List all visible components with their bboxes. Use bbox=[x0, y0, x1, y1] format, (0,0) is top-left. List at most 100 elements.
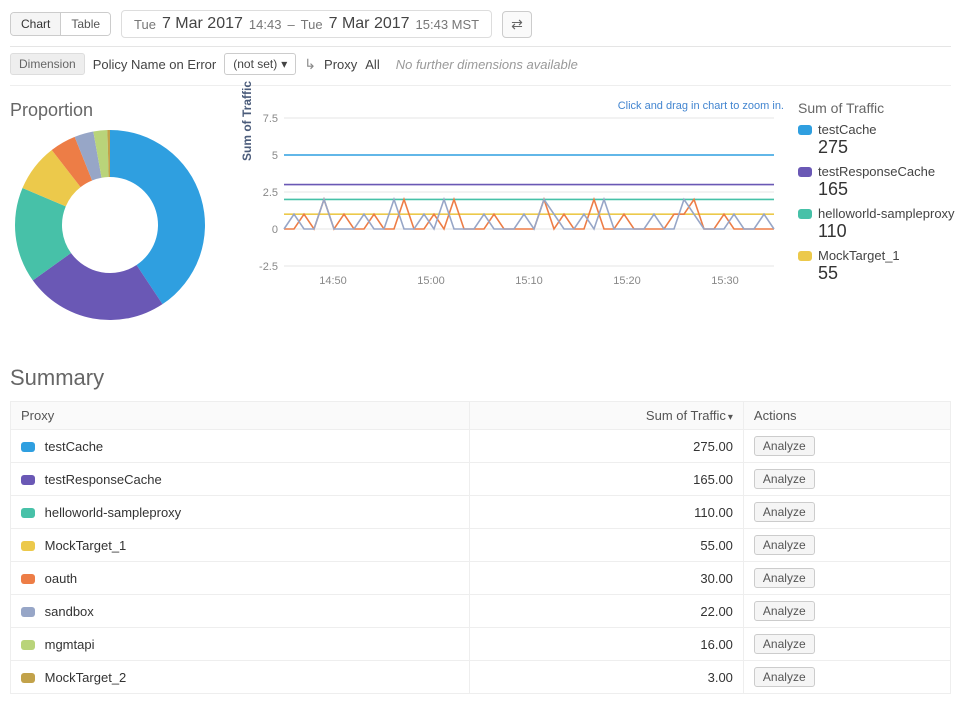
col-sum[interactable]: Sum of Traffic▾ bbox=[470, 402, 744, 430]
col-actions: Actions bbox=[743, 402, 950, 430]
date-to-main: 7 Mar 2017 bbox=[329, 15, 410, 33]
legend-swatch-icon bbox=[798, 125, 812, 135]
sum-cell: 110.00 bbox=[470, 496, 744, 529]
actions-cell: Analyze bbox=[743, 595, 950, 628]
proxy-cell: testResponseCache bbox=[11, 463, 470, 496]
proxy-name: MockTarget_1 bbox=[45, 538, 127, 553]
actions-cell: Analyze bbox=[743, 628, 950, 661]
analyze-button[interactable]: Analyze bbox=[754, 436, 815, 456]
dimension-label: Dimension bbox=[10, 53, 85, 75]
line-chart[interactable]: -2.502.557.514:5015:0015:1015:2015:30 bbox=[244, 100, 784, 290]
proxy-cell: sandbox bbox=[11, 595, 470, 628]
analyze-button[interactable]: Analyze bbox=[754, 502, 815, 522]
sum-cell: 165.00 bbox=[470, 463, 744, 496]
analyze-button[interactable]: Analyze bbox=[754, 535, 815, 555]
dimension-dropdown-value: (not set) bbox=[233, 57, 277, 71]
tab-chart[interactable]: Chart bbox=[11, 13, 60, 35]
date-to-time: 15:43 MST bbox=[416, 17, 480, 32]
dimension-hint: No further dimensions available bbox=[396, 57, 578, 72]
legend-label: testResponseCache bbox=[818, 164, 935, 179]
legend-swatch-icon bbox=[798, 209, 812, 219]
proxy-cell: oauth bbox=[11, 562, 470, 595]
row-swatch-icon bbox=[21, 640, 35, 650]
svg-text:15:10: 15:10 bbox=[515, 275, 543, 287]
date-range-picker[interactable]: Tue 7 Mar 2017 14:43 – Tue 7 Mar 2017 15… bbox=[121, 10, 492, 38]
tab-table[interactable]: Table bbox=[60, 13, 110, 35]
dimension-bar: Dimension Policy Name on Error (not set)… bbox=[10, 47, 951, 86]
analyze-button[interactable]: Analyze bbox=[754, 667, 815, 687]
table-row: oauth 30.00 Analyze bbox=[11, 562, 951, 595]
zoom-hint: Click and drag in chart to zoom in. bbox=[618, 100, 784, 112]
row-swatch-icon bbox=[21, 508, 35, 518]
svg-text:2.5: 2.5 bbox=[263, 187, 278, 199]
summary-title: Summary bbox=[10, 365, 951, 391]
legend-value: 55 bbox=[818, 263, 961, 284]
legend-swatch-icon bbox=[798, 251, 812, 261]
table-row: testResponseCache 165.00 Analyze bbox=[11, 463, 951, 496]
analyze-button[interactable]: Analyze bbox=[754, 469, 815, 489]
svg-text:5: 5 bbox=[272, 150, 278, 162]
svg-text:7.5: 7.5 bbox=[263, 113, 278, 125]
view-toggle: Chart Table bbox=[10, 12, 111, 36]
svg-text:15:30: 15:30 bbox=[711, 275, 739, 287]
legend-item[interactable]: MockTarget_1 55 bbox=[798, 248, 961, 284]
dimension-dropdown[interactable]: (not set) ▾ bbox=[224, 53, 296, 75]
actions-cell: Analyze bbox=[743, 661, 950, 694]
refresh-button[interactable]: ⇄ bbox=[502, 11, 532, 38]
date-sep: – bbox=[287, 17, 294, 32]
legend-item[interactable]: testResponseCache 165 bbox=[798, 164, 961, 200]
dimension-policy-text: Policy Name on Error bbox=[93, 57, 217, 72]
proxy-name: MockTarget_2 bbox=[45, 670, 127, 685]
proxy-cell: testCache bbox=[11, 430, 470, 463]
proxy-name: sandbox bbox=[45, 604, 94, 619]
chart-region: Proportion Click and drag in chart to zo… bbox=[10, 100, 951, 325]
date-to-day: Tue bbox=[301, 17, 323, 32]
sum-cell: 55.00 bbox=[470, 529, 744, 562]
line-chart-box: Click and drag in chart to zoom in. Sum … bbox=[244, 100, 784, 293]
svg-text:15:00: 15:00 bbox=[417, 275, 445, 287]
proxy-name: mgmtapi bbox=[45, 637, 95, 652]
row-swatch-icon bbox=[21, 475, 35, 485]
proxy-cell: helloworld-sampleproxy bbox=[11, 496, 470, 529]
table-row: MockTarget_1 55.00 Analyze bbox=[11, 529, 951, 562]
analyze-button[interactable]: Analyze bbox=[754, 568, 815, 588]
date-from-day: Tue bbox=[134, 17, 156, 32]
dimension-proxy-text: Proxy bbox=[324, 57, 357, 72]
legend-item[interactable]: helloworld-sampleproxy 110 bbox=[798, 206, 961, 242]
legend-item[interactable]: testCache 275 bbox=[798, 122, 961, 158]
legend-label: testCache bbox=[818, 122, 877, 137]
table-row: testCache 275.00 Analyze bbox=[11, 430, 951, 463]
table-row: sandbox 22.00 Analyze bbox=[11, 595, 951, 628]
chevron-down-icon: ▾ bbox=[281, 57, 287, 71]
top-toolbar: Chart Table Tue 7 Mar 2017 14:43 – Tue 7… bbox=[10, 10, 951, 47]
donut-chart[interactable] bbox=[10, 125, 210, 325]
proportion-title: Proportion bbox=[10, 100, 230, 121]
row-swatch-icon bbox=[21, 541, 35, 551]
svg-text:-2.5: -2.5 bbox=[259, 261, 278, 273]
summary-table: Proxy Sum of Traffic▾ Actions testCache … bbox=[10, 401, 951, 694]
proxy-name: helloworld-sampleproxy bbox=[45, 505, 182, 520]
sum-cell: 3.00 bbox=[470, 661, 744, 694]
sum-cell: 30.00 bbox=[470, 562, 744, 595]
analyze-button[interactable]: Analyze bbox=[754, 634, 815, 654]
row-swatch-icon bbox=[21, 607, 35, 617]
proxy-name: oauth bbox=[45, 571, 78, 586]
legend-label: helloworld-sampleproxy bbox=[818, 206, 955, 221]
analyze-button[interactable]: Analyze bbox=[754, 601, 815, 621]
refresh-icon: ⇄ bbox=[511, 16, 523, 32]
legend-value: 165 bbox=[818, 179, 961, 200]
table-row: helloworld-sampleproxy 110.00 Analyze bbox=[11, 496, 951, 529]
proxy-name: testResponseCache bbox=[45, 472, 162, 487]
sum-cell: 22.00 bbox=[470, 595, 744, 628]
actions-cell: Analyze bbox=[743, 562, 950, 595]
legend-list: Sum of Traffic testCache 275 testRespons… bbox=[798, 100, 961, 290]
row-swatch-icon bbox=[21, 442, 35, 452]
actions-cell: Analyze bbox=[743, 529, 950, 562]
legend-label: MockTarget_1 bbox=[818, 248, 900, 263]
svg-text:15:20: 15:20 bbox=[613, 275, 641, 287]
svg-text:0: 0 bbox=[272, 224, 278, 236]
y-axis-label: Sum of Traffic bbox=[240, 80, 254, 160]
sum-cell: 16.00 bbox=[470, 628, 744, 661]
col-proxy[interactable]: Proxy bbox=[11, 402, 470, 430]
table-row: mgmtapi 16.00 Analyze bbox=[11, 628, 951, 661]
